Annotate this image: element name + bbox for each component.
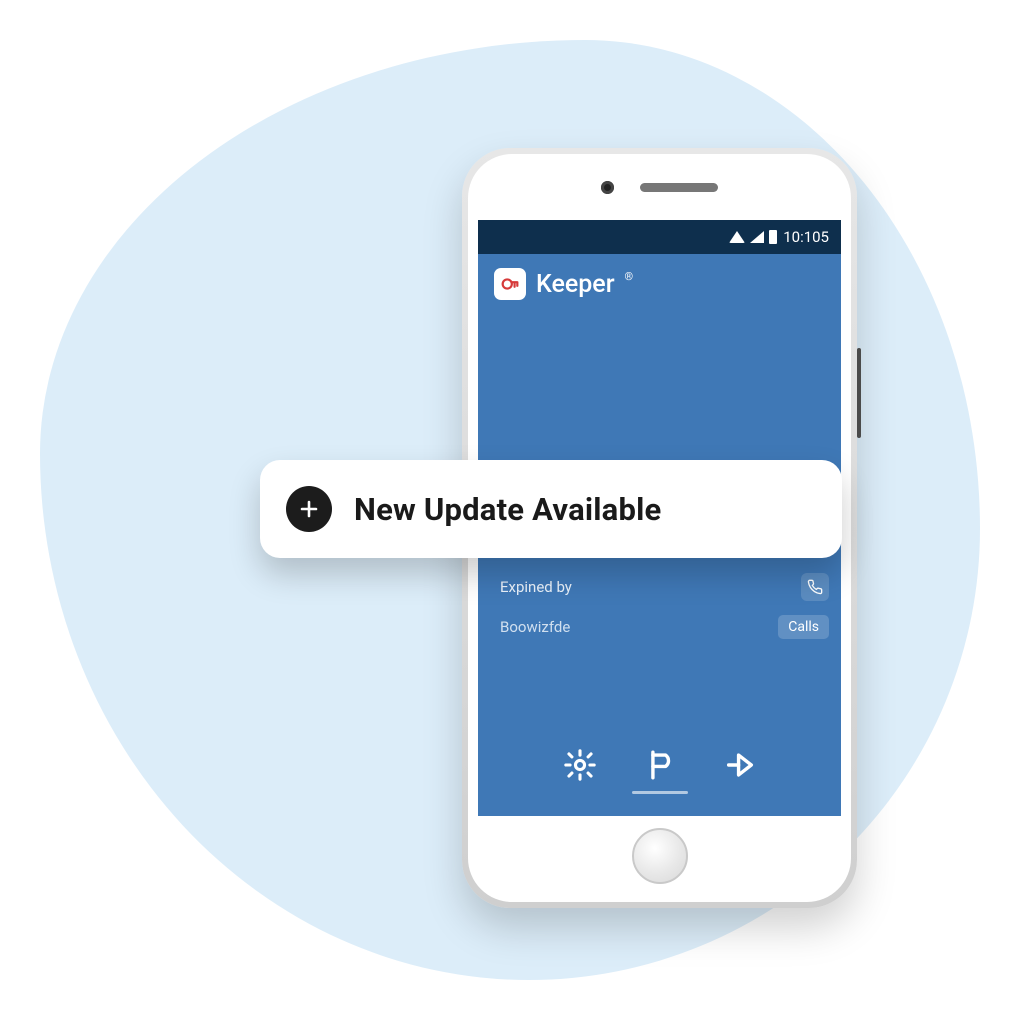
status-bar: 10:105: [478, 220, 841, 254]
content-list: Expined by Boowizfde Calls: [500, 552, 829, 646]
phone-icon[interactable]: [801, 573, 829, 601]
cell-signal-icon: [750, 231, 764, 243]
battery-icon: [769, 230, 777, 244]
home-button[interactable]: [632, 828, 688, 884]
app-title: Keeper: [536, 270, 615, 299]
plus-icon: [286, 486, 332, 532]
list-item-label: Expined by: [500, 578, 572, 596]
flag-icon[interactable]: [643, 748, 677, 782]
update-banner[interactable]: New Update Available: [260, 460, 842, 558]
app-header: Keeper ®: [478, 254, 841, 314]
arrow-right-icon[interactable]: [723, 748, 757, 782]
status-icons: [729, 230, 777, 244]
status-clock: 10:105: [783, 228, 829, 246]
calls-chip[interactable]: Calls: [778, 615, 829, 639]
list-item-label: Boowizfde: [500, 618, 570, 636]
earpiece-speaker: [640, 183, 718, 192]
update-banner-text: New Update Available: [354, 491, 661, 528]
list-item[interactable]: Expined by: [500, 566, 829, 608]
wifi-icon: [729, 231, 745, 243]
front-camera: [601, 181, 614, 194]
list-item[interactable]: Boowizfde Calls: [500, 608, 829, 646]
settings-icon[interactable]: [563, 748, 597, 782]
nav-indicator: [632, 791, 688, 794]
phone-hardware-top: [468, 154, 851, 220]
trademark-symbol: ®: [625, 270, 634, 283]
app-logo-icon: [494, 268, 526, 300]
bottom-nav: [478, 730, 841, 800]
